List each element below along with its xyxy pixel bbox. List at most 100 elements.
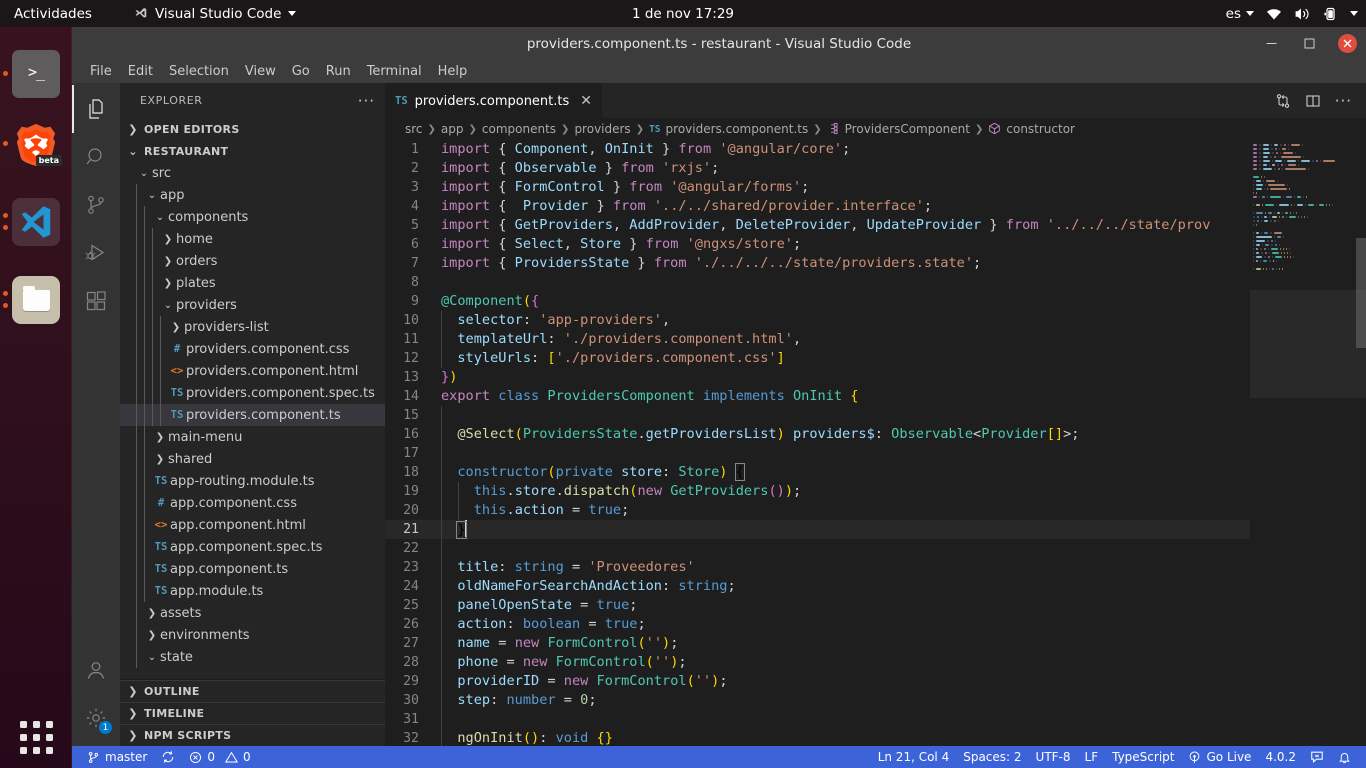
breadcrumb-item-constructor[interactable]: constructor (1006, 122, 1075, 136)
code-line[interactable]: 13}) (385, 368, 1250, 387)
tree-file-app.component.css[interactable]: #app.component.css (120, 492, 385, 514)
code-line[interactable]: 18 constructor(private store: Store) { (385, 463, 1250, 482)
code-line[interactable]: 2import { Observable } from 'rxjs'; (385, 159, 1250, 178)
breadcrumb-item-components[interactable]: components (482, 122, 556, 136)
code-line[interactable]: 4import { Provider } from '../../shared/… (385, 197, 1250, 216)
split-editor-icon[interactable] (1305, 93, 1321, 109)
activitybar-item-accounts[interactable] (72, 646, 120, 694)
code-line[interactable]: 15 (385, 406, 1250, 425)
menu-edit[interactable]: Edit (120, 62, 161, 81)
close-icon[interactable]: ✕ (580, 94, 592, 108)
dock-item-terminal[interactable]: >_ (0, 35, 72, 113)
compare-changes-icon[interactable] (1275, 93, 1291, 109)
status-eol[interactable]: LF (1078, 746, 1106, 768)
wifi-icon[interactable] (1266, 6, 1282, 22)
code-line[interactable]: 27 name = new FormControl(''); (385, 634, 1250, 653)
tree-file-app.component.spec.ts[interactable]: TSapp.component.spec.ts (120, 536, 385, 558)
breadcrumb-item-class[interactable]: ProvidersComponent (845, 122, 970, 136)
tree-folder-app[interactable]: ⌄app (120, 184, 385, 206)
status-notifications[interactable] (1331, 746, 1358, 768)
tree-folder-src[interactable]: ⌄src (120, 162, 385, 184)
menu-file[interactable]: File (82, 62, 120, 81)
minimap-slider[interactable] (1250, 290, 1366, 398)
tree-folder-plates[interactable]: ❯plates (120, 272, 385, 294)
tree-file-app.component.ts[interactable]: TSapp.component.ts (120, 558, 385, 580)
tree-folder-environments[interactable]: ❯environments (120, 624, 385, 646)
tree-file-providers.component.ts[interactable]: TSproviders.component.ts (120, 404, 385, 426)
breadcrumb-item-file[interactable]: providers.component.ts (666, 122, 809, 136)
menu-terminal[interactable]: Terminal (359, 62, 430, 81)
activitybar-item-search[interactable] (72, 133, 120, 181)
battery-icon[interactable] (1322, 6, 1338, 22)
dock-item-brave-browser[interactable]: beta (0, 105, 72, 183)
ellipsis-icon[interactable]: ··· (358, 92, 375, 110)
code-line[interactable]: 8 (385, 273, 1250, 292)
tree-file-app.component.html[interactable]: <>app.component.html (120, 514, 385, 536)
tree-folder-orders[interactable]: ❯orders (120, 250, 385, 272)
tree-folder-state[interactable]: ⌄state (120, 646, 385, 668)
tree-file-providers.component.spec.ts[interactable]: TSproviders.component.spec.ts (120, 382, 385, 404)
status-encoding[interactable]: UTF-8 (1029, 746, 1078, 768)
code-line[interactable]: 28 phone = new FormControl(''); (385, 653, 1250, 672)
status-language-mode[interactable]: TypeScript (1105, 746, 1181, 768)
keyboard-layout-indicator[interactable]: es (1226, 6, 1254, 22)
breadcrumb-item-app[interactable]: app (441, 122, 464, 136)
code-line[interactable]: 10 selector: 'app-providers', (385, 311, 1250, 330)
tree-file-app.module.ts[interactable]: TSapp.module.ts (120, 580, 385, 602)
activitybar-item-explorer[interactable] (72, 85, 120, 133)
maximize-button[interactable] (1290, 27, 1328, 60)
status-sync[interactable] (154, 746, 182, 768)
menu-view[interactable]: View (237, 62, 284, 81)
code-line[interactable]: 32 ngOnInit(): void {} (385, 729, 1250, 746)
activities-button[interactable]: Actividades (0, 6, 106, 22)
code-line[interactable]: 5import { GetProviders, AddProvider, Del… (385, 216, 1250, 235)
code-line[interactable]: 26 action: boolean = true; (385, 615, 1250, 634)
dock-item-files[interactable] (0, 261, 72, 339)
breadcrumb-item-providers[interactable]: providers (574, 122, 630, 136)
code-line[interactable]: 9@Component({ (385, 292, 1250, 311)
breadcrumb-item-src[interactable]: src (405, 122, 423, 136)
section-npm-scripts[interactable]: ❯ NPM SCRIPTS (120, 724, 385, 746)
tree-folder-home[interactable]: ❯home (120, 228, 385, 250)
section-open-editors[interactable]: ❯ OPEN EDITORS (120, 118, 385, 140)
code-line[interactable]: 31 (385, 710, 1250, 729)
activitybar-item-extensions[interactable] (72, 277, 120, 325)
menu-selection[interactable]: Selection (161, 62, 237, 81)
code-line[interactable]: 23 title: string = 'Proveedores' (385, 558, 1250, 577)
tree-folder-providers[interactable]: ⌄providers (120, 294, 385, 316)
activitybar-item-source-control[interactable] (72, 181, 120, 229)
status-cursor-position[interactable]: Ln 21, Col 4 (871, 746, 957, 768)
tree-folder-shared[interactable]: ❯shared (120, 448, 385, 470)
code-line[interactable]: 12 styleUrls: ['./providers.component.cs… (385, 349, 1250, 368)
code-line[interactable]: 17 (385, 444, 1250, 463)
show-applications-button[interactable] (0, 721, 72, 754)
status-version[interactable]: 4.0.2 (1258, 746, 1303, 768)
app-menu-button[interactable]: Visual Studio Code (134, 6, 296, 22)
menu-go[interactable]: Go (284, 62, 318, 81)
activitybar-item-settings[interactable]: 1 (72, 694, 120, 742)
code-line[interactable]: 25 panelOpenState = true; (385, 596, 1250, 615)
menu-help[interactable]: Help (430, 62, 476, 81)
tree-file-providers.component.css[interactable]: #providers.component.css (120, 338, 385, 360)
tree-folder-providers-list[interactable]: ❯providers-list (120, 316, 385, 338)
code-line[interactable]: 22 (385, 539, 1250, 558)
code-line[interactable]: 19 this.store.dispatch(new GetProviders(… (385, 482, 1250, 501)
minimap[interactable] (1250, 140, 1366, 746)
clock[interactable]: 1 de nov 17:29 (632, 6, 734, 22)
section-restaurant[interactable]: ⌄ RESTAURANT (120, 140, 385, 162)
editor-scrollbar[interactable] (1356, 238, 1366, 348)
code-editor[interactable]: 1import { Component, OnInit } from '@ang… (385, 140, 1250, 746)
section-timeline[interactable]: ❯ TIMELINE (120, 702, 385, 724)
chevron-down-icon[interactable] (1350, 11, 1358, 16)
code-line[interactable]: 14export class ProvidersComponent implem… (385, 387, 1250, 406)
tree-file-providers.component.html[interactable]: <>providers.component.html (120, 360, 385, 382)
code-line[interactable]: 11 templateUrl: './providers.component.h… (385, 330, 1250, 349)
code-line[interactable]: 24 oldNameForSearchAndAction: string; (385, 577, 1250, 596)
status-indentation[interactable]: Spaces: 2 (956, 746, 1028, 768)
status-go-live[interactable]: Go Live (1181, 746, 1258, 768)
code-line[interactable]: 6import { Select, Store } from '@ngxs/st… (385, 235, 1250, 254)
tab-providers-component-ts[interactable]: TS providers.component.ts ✕ (385, 83, 603, 118)
menu-run[interactable]: Run (318, 62, 359, 81)
tree-folder-main-menu[interactable]: ❯main-menu (120, 426, 385, 448)
close-button[interactable] (1328, 27, 1366, 60)
